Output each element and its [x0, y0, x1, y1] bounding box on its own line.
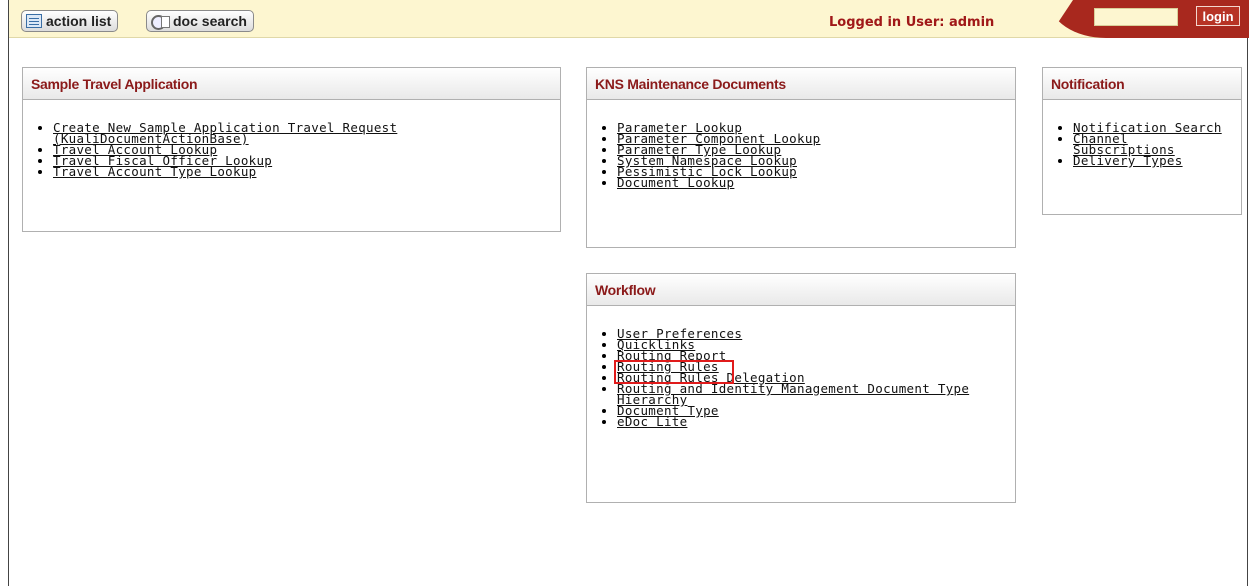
link-document-lookup[interactable]: Document Lookup	[617, 175, 734, 190]
list-item: Routing and Identity Management Document…	[617, 382, 987, 406]
panel-sample-travel: Sample Travel Application Create New Sam…	[22, 67, 561, 232]
kns-links: Parameter Lookup Parameter Component Loo…	[587, 121, 1015, 190]
action-list-label: action list	[46, 13, 112, 29]
document-search-icon	[151, 14, 170, 30]
panel-kns-maintenance: KNS Maintenance Documents Parameter Look…	[586, 67, 1016, 248]
list-item: eDoc Lite	[617, 414, 987, 429]
link-edoc-lite[interactable]: eDoc Lite	[617, 414, 687, 429]
panel-workflow: Workflow User Preferences Quicklinks Rou…	[586, 273, 1016, 503]
list-item: Document Lookup	[617, 175, 1015, 190]
panel-title: KNS Maintenance Documents	[587, 68, 1015, 100]
panel-title: Notification	[1043, 68, 1241, 100]
action-list-button[interactable]: action list	[21, 10, 119, 32]
login-input[interactable]	[1094, 8, 1178, 26]
panel-title: Workflow	[587, 274, 1015, 306]
travel-links: Create New Sample Application Travel Req…	[23, 121, 423, 179]
routing-report-highlight	[614, 360, 734, 384]
list-item: Create New Sample Application Travel Req…	[53, 121, 423, 145]
list-icon	[26, 14, 42, 28]
link-delivery-types[interactable]: Delivery Types	[1073, 153, 1183, 168]
link-travel-account-type-lookup[interactable]: Travel Account Type Lookup	[53, 164, 256, 179]
panel-title: Sample Travel Application	[23, 68, 560, 100]
doc-search-button[interactable]: doc search	[146, 10, 254, 32]
notification-links: Notification Search Channel Subscription…	[1043, 121, 1228, 168]
list-item: Delivery Types	[1073, 153, 1228, 168]
list-item: Travel Account Type Lookup	[53, 164, 423, 179]
logged-in-user: Logged in User: admin	[829, 15, 995, 30]
list-item: Channel Subscriptions	[1073, 132, 1183, 156]
panel-notification: Notification Notification Search Channel…	[1042, 67, 1242, 215]
login-button[interactable]: login	[1196, 6, 1240, 26]
top-bar: action list doc search Logged in User: a…	[9, 0, 1249, 38]
doc-search-label: doc search	[173, 13, 247, 29]
